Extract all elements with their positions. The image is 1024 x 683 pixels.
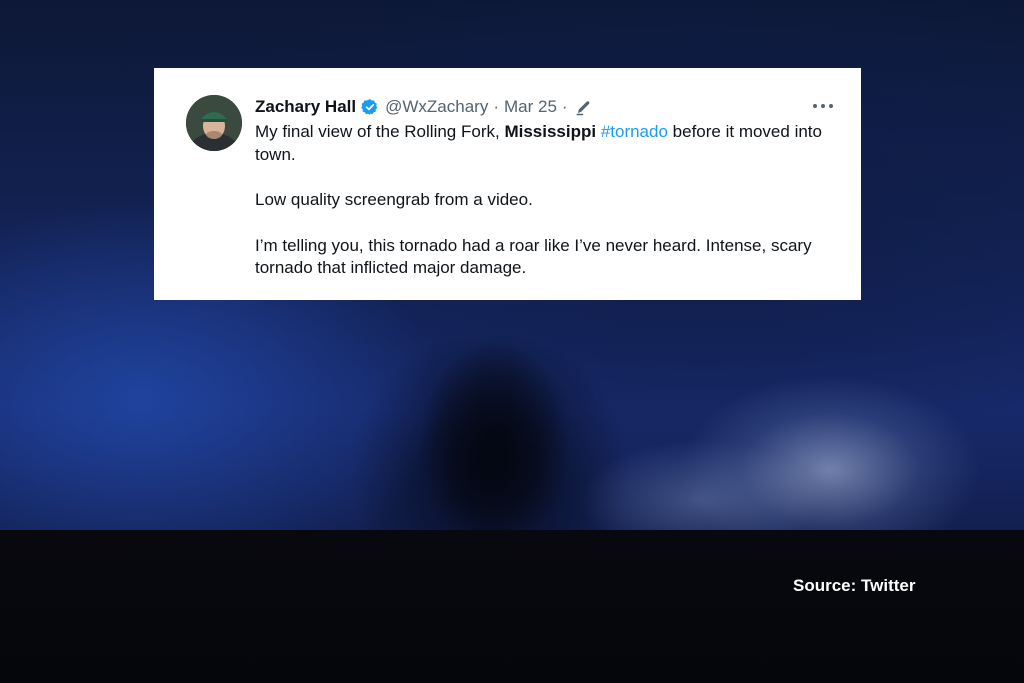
tweet-paragraph-2: Low quality screengrab from a video. (255, 190, 533, 209)
meta-separator: · (493, 97, 499, 116)
tweet-header: Zachary Hall @WxZachary · Mar 25 · (255, 96, 593, 118)
tornado-funnel (420, 330, 570, 540)
tweet-text: My final view of the Rolling Fork, Missi… (255, 121, 845, 280)
author-avatar[interactable] (186, 95, 242, 151)
tweet-paragraph-3: I’m telling you, this tornado had a roar… (255, 235, 812, 278)
author-name[interactable]: Zachary Hall (255, 97, 356, 117)
verified-badge-icon (361, 98, 379, 116)
tweet-date[interactable]: Mar 25 (504, 97, 557, 117)
hashtag-link[interactable]: #tornado (601, 122, 668, 141)
meta-separator-2: · (561, 97, 568, 116)
dark-horizon-ground (0, 530, 1024, 683)
tweet-text-part: My final view of the Rolling Fork, (255, 122, 500, 141)
more-options-icon[interactable] (813, 98, 833, 114)
tweet-card: Zachary Hall @WxZachary · Mar 25 · My fi… (154, 68, 861, 300)
source-caption: Source: Twitter (793, 576, 916, 595)
pencil-icon[interactable] (575, 98, 593, 116)
tweet-text-bold: Mississippi (504, 122, 597, 141)
tweet-paragraph-1: My final view of the Rolling Fork, Missi… (255, 121, 845, 166)
author-handle[interactable]: @WxZachary (385, 97, 488, 117)
